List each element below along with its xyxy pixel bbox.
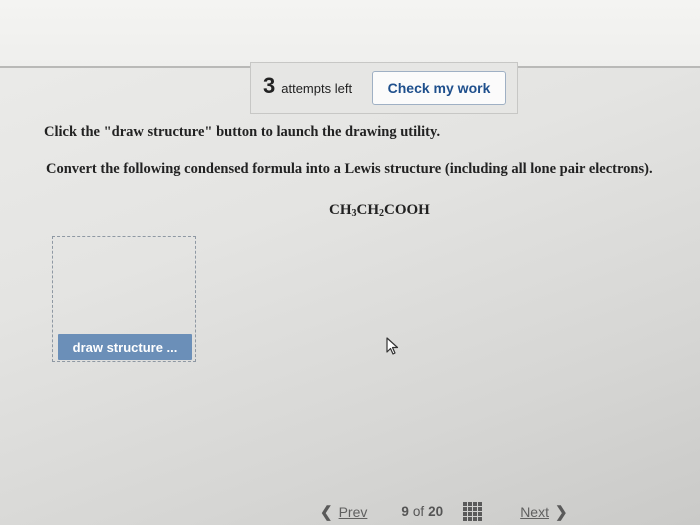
of-label: of [412, 504, 425, 519]
mouse-cursor-icon [386, 337, 399, 355]
page-indicator: 9 of 20 [401, 504, 443, 519]
current-page: 9 [401, 504, 409, 519]
instruction-draw-structure: Click the "draw structure" button to lau… [44, 124, 441, 140]
attempts-count: 3 [263, 73, 276, 98]
next-button[interactable]: Next ❯ [520, 503, 567, 521]
condensed-formula: CH3CH2COOH [329, 202, 430, 219]
instruction-convert-formula: Convert the following condensed formula … [46, 161, 653, 177]
prev-label: Prev [338, 503, 368, 520]
attempts-indicator: 3 attempts left [263, 73, 352, 99]
prev-button[interactable]: ❮ Prev [320, 503, 367, 521]
chevron-right-icon: ❯ [554, 503, 568, 521]
check-my-work-button[interactable]: Check my work [372, 71, 506, 105]
next-label: Next [520, 503, 549, 520]
attempts-label: attempts left [281, 81, 353, 96]
formula-part: CH [329, 202, 352, 218]
chevron-left-icon: ❮ [320, 503, 333, 521]
grid-icon[interactable] [463, 502, 483, 521]
question-navigation: ❮ Prev 9 of 20 Next ❯ [320, 502, 568, 521]
page-top-edge [0, 0, 700, 68]
attempts-panel: 3 attempts left Check my work [250, 62, 518, 114]
total-pages: 20 [428, 504, 444, 519]
formula-part: COOH [384, 202, 430, 218]
formula-part: CH [356, 202, 380, 218]
draw-structure-button[interactable]: draw structure ... [58, 334, 192, 360]
